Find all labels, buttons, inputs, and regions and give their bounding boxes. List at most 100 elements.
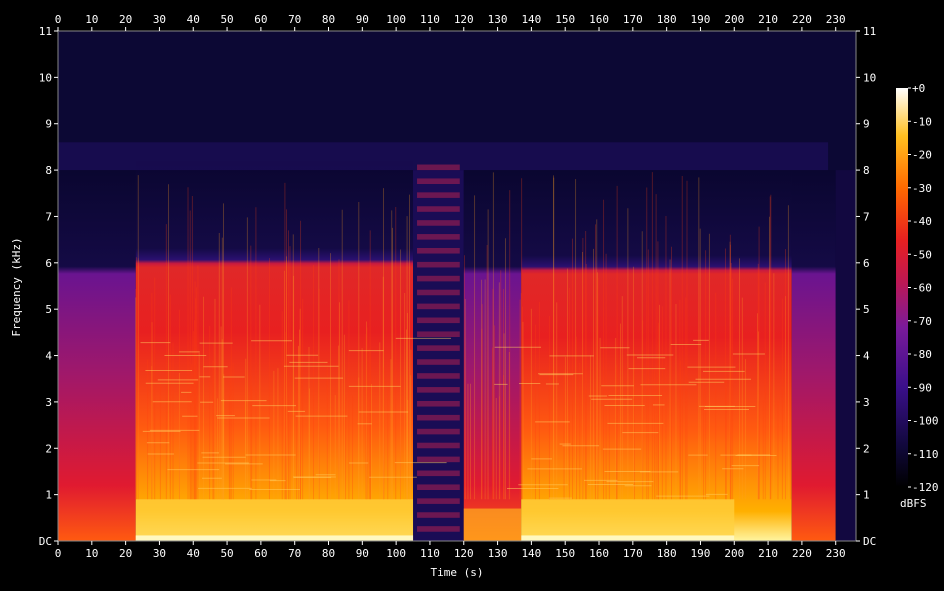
break-band <box>417 498 460 504</box>
x-tick-label-top: 200 <box>724 13 744 26</box>
x-tick-label: 160 <box>589 547 609 560</box>
x-tick-label: 210 <box>758 547 778 560</box>
x-tick-label: 40 <box>187 547 200 560</box>
break-band <box>417 206 460 212</box>
x-tick-label-top: 170 <box>623 13 643 26</box>
y-tick-label-right: DC <box>863 535 876 548</box>
x-tick-label-top: 30 <box>153 13 166 26</box>
x-tick-label-top: 190 <box>691 13 711 26</box>
x-tick-label: 130 <box>488 547 508 560</box>
x-tick-label-top: 40 <box>187 13 200 26</box>
y-tick-label-right: 3 <box>863 396 870 409</box>
dc-band-0 <box>135 535 414 541</box>
x-tick-label-top: 50 <box>220 13 233 26</box>
x-tick-label-top: 160 <box>589 13 609 26</box>
y-tick-label-left: 7 <box>45 210 52 223</box>
y-tick-label-right: 10 <box>863 71 876 84</box>
x-tick-label: 90 <box>356 547 369 560</box>
x-tick-label: 70 <box>288 547 301 560</box>
break-band <box>417 484 460 490</box>
x-tick-label-top: 10 <box>85 13 98 26</box>
colorbar-tick-label: -100 <box>912 415 939 428</box>
break-band <box>417 512 460 518</box>
colorbar-tick-label: -120 <box>912 481 939 494</box>
break-band <box>417 275 460 282</box>
colorbar-tick-label: -40 <box>912 215 932 228</box>
colorbar-tick-label: -90 <box>912 381 932 394</box>
y-tick-label-left: 9 <box>45 118 52 131</box>
colorbar-tick-label: -10 <box>912 115 932 128</box>
y-tick-label-left: 4 <box>45 350 52 363</box>
y-tick-label-right: 9 <box>863 118 870 131</box>
x-tick-label-top: 90 <box>356 13 369 26</box>
y-axis-title: Frequency (kHz) <box>10 237 23 336</box>
break-band <box>417 220 460 226</box>
spectrogram-plot <box>58 31 856 541</box>
colorbar-tick-label: -70 <box>912 315 932 328</box>
x-tick-label-top: 150 <box>555 13 575 26</box>
colorbar-tick-label: -60 <box>912 282 932 295</box>
x-tick-label-top: 180 <box>657 13 677 26</box>
x-tick-label-top: 110 <box>420 13 440 26</box>
break-band <box>417 345 460 351</box>
y-tick-label-right: 7 <box>863 210 870 223</box>
x-tick-label: 60 <box>254 547 267 560</box>
y-tick-label-right: 8 <box>863 164 870 177</box>
break-band <box>417 331 460 337</box>
colorbar-tick-label: -80 <box>912 348 932 361</box>
region-tail <box>835 170 856 541</box>
x-tick-label: 50 <box>220 547 233 560</box>
y-tick-label-left: 11 <box>39 25 52 38</box>
colorbar-label: dBFS <box>900 497 927 510</box>
break-band <box>417 387 460 393</box>
y-tick-label-right: 5 <box>863 303 870 316</box>
break-band <box>417 373 460 379</box>
x-tick-label: 200 <box>724 547 744 560</box>
y-tick-label-right: 4 <box>863 350 870 363</box>
break-band <box>417 428 460 435</box>
low-band-0 <box>135 499 414 541</box>
x-tick-label-top: 80 <box>322 13 335 26</box>
x-tick-label-top: 130 <box>488 13 508 26</box>
x-tick-label-top: 20 <box>119 13 132 26</box>
break-band <box>417 247 460 254</box>
x-tick-label-top: 120 <box>454 13 474 26</box>
region-intro <box>58 170 136 541</box>
colorbar-tick-label: -50 <box>912 248 932 261</box>
x-tick-label: 20 <box>119 547 132 560</box>
dc-band-1 <box>521 535 735 541</box>
x-tick-label: 180 <box>657 547 677 560</box>
low-band-b <box>463 508 522 541</box>
x-tick-label: 110 <box>420 547 440 560</box>
x-axis-title: Time (s) <box>431 566 484 579</box>
break-band <box>417 261 460 268</box>
y-tick-label-left: 5 <box>45 303 52 316</box>
low-band-1 <box>521 499 735 541</box>
y-tick-label-left: DC <box>39 535 52 548</box>
x-tick-label-top: 60 <box>254 13 267 26</box>
spectrogram-figure: 0 0 10 10 20 20 30 30 40 40 50 50 60 60 70 70 80 80 90 90 10… <box>10 13 939 579</box>
y-tick-label-right: 11 <box>863 25 876 38</box>
y-tick-label-left: 1 <box>45 489 52 502</box>
break-band <box>417 303 460 310</box>
break-band <box>417 442 460 449</box>
x-tick-label: 170 <box>623 547 643 560</box>
x-tick-label: 0 <box>55 547 62 560</box>
break-band <box>417 359 460 365</box>
break-band <box>417 526 460 532</box>
colorbar-tick-label: -20 <box>912 149 932 162</box>
break-band <box>417 192 460 198</box>
break-band <box>417 178 460 184</box>
x-tick-label: 140 <box>521 547 541 560</box>
x-tick-label-top: 100 <box>386 13 406 26</box>
x-tick-label-top: 220 <box>792 13 812 26</box>
colorbar-gradient <box>896 88 908 487</box>
colorbar-tick-label: +0 <box>912 82 925 95</box>
break-band <box>417 456 460 463</box>
x-tick-label: 230 <box>826 547 846 560</box>
colorbar-tick-label: -30 <box>912 182 932 195</box>
colorbar: +0 -10 -20 -30 -40 -50 -60 -70 -80 -90 -100 -110 -12… <box>896 82 939 494</box>
x-tick-label: 100 <box>386 547 406 560</box>
y-tick-label-right: 2 <box>863 442 870 455</box>
y-tick-label-right: 6 <box>863 257 870 270</box>
